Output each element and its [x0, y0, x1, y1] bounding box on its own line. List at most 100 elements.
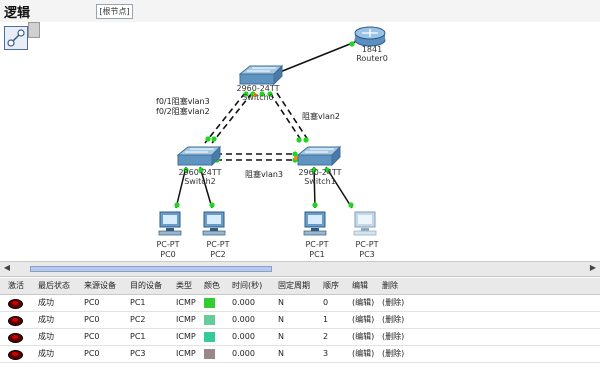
pc1-icon[interactable]: [303, 211, 327, 236]
delete-link[interactable]: (删除): [382, 312, 404, 328]
pc2-model-label: PC-PT: [206, 240, 229, 249]
active-toggle-icon[interactable]: [8, 299, 23, 309]
row-type: ICMP: [176, 315, 196, 324]
row-destination: PC1: [130, 298, 146, 307]
pc3-model-label: PC-PT: [355, 240, 378, 249]
pc0-model-label: PC-PT: [156, 240, 179, 249]
pc2-icon[interactable]: [202, 211, 226, 236]
blocked-port-lights: [253, 93, 298, 160]
row-status: 成功: [38, 315, 54, 324]
row-num: 1: [323, 315, 329, 324]
router-icon[interactable]: [354, 26, 386, 47]
row-source: PC0: [84, 315, 100, 324]
row-type: ICMP: [176, 332, 196, 341]
topology-icon: [7, 29, 25, 47]
header-periodic: 固定周期: [278, 281, 310, 290]
pc0-icon[interactable]: [158, 211, 182, 236]
switch2-icon[interactable]: [176, 145, 222, 167]
workspace-title: 逻辑: [4, 6, 31, 21]
root-node-path[interactable]: [根节点]: [96, 4, 133, 19]
window-handle-icon[interactable]: [28, 22, 40, 38]
table-header-row: 激活 最后状态 来源设备 目的设备 类型 颜色 时间(秒) 固定周期 顺序 编辑…: [0, 278, 600, 295]
router-name-label: Router0: [356, 54, 388, 63]
row-destination: PC1: [130, 332, 146, 341]
annotation-left-trunk-2: f0/2阻塞vlan2: [156, 106, 210, 116]
active-toggle-icon[interactable]: [8, 316, 23, 326]
row-source: PC0: [84, 332, 100, 341]
link-router-switch0: [269, 41, 356, 77]
header-destination: 目的设备: [130, 281, 162, 290]
pc2-name-label: PC2: [210, 250, 226, 259]
row-type: ICMP: [176, 298, 196, 307]
row-num: 0: [323, 298, 329, 307]
row-periodic: N: [278, 298, 284, 307]
row-color-swatch: [204, 349, 215, 359]
logical-workspace[interactable]: 1841 Router0 2960-24TT Switch0 2960-24TT…: [0, 22, 600, 260]
row-destination: PC3: [130, 349, 146, 358]
table-row[interactable]: 成功 PC0 PC3 ICMP 0.000 N 3 (编辑) (删除): [0, 346, 600, 363]
annotation-right-trunk: 阻塞vlan2: [302, 111, 340, 121]
row-color-swatch: [204, 332, 215, 342]
link-switch0-switch1-a: [269, 92, 304, 144]
scroll-right-icon[interactable]: ▶: [588, 264, 598, 272]
scroll-left-icon[interactable]: ◀: [2, 264, 12, 272]
header-type: 类型: [176, 281, 192, 290]
header-time: 时间(秒): [232, 281, 263, 290]
pc3-icon[interactable]: [353, 211, 377, 236]
row-time: 0.000: [232, 315, 255, 324]
pc1-model-label: PC-PT: [305, 240, 328, 249]
switch2-name-label: Switch2: [184, 177, 216, 186]
row-status: 成功: [38, 349, 54, 358]
pc0-name-label: PC0: [160, 250, 176, 259]
switch0-model-label: 2960-24TT: [236, 84, 279, 93]
row-num: 2: [323, 332, 329, 341]
row-periodic: N: [278, 315, 284, 324]
row-periodic: N: [278, 349, 284, 358]
pdu-list-table: 激活 最后状态 来源设备 目的设备 类型 颜色 时间(秒) 固定周期 顺序 编辑…: [0, 278, 600, 378]
table-row[interactable]: 成功 PC0 PC2 ICMP 0.000 N 1 (编辑) (删除): [0, 312, 600, 329]
table-row[interactable]: 成功 PC0 PC1 ICMP 0.000 N 0 (编辑) (删除): [0, 295, 600, 312]
header-edit: 编辑: [352, 281, 368, 290]
delete-link[interactable]: (删除): [382, 346, 404, 362]
topology-diagram: 1841 Router0 2960-24TT Switch0 2960-24TT…: [156, 26, 388, 259]
scrollbar-thumb[interactable]: [30, 266, 272, 272]
active-toggle-icon[interactable]: [8, 350, 23, 360]
header-last-status: 最后状态: [38, 281, 70, 290]
switch1-icon[interactable]: [296, 145, 342, 167]
logical-workspace-icon[interactable]: [4, 26, 28, 50]
switch2-model-label: 2960-24TT: [178, 168, 221, 177]
row-periodic: N: [278, 332, 284, 341]
header-delete: 删除: [382, 281, 398, 290]
annotation-bottom-trunk: 阻塞vlan3: [245, 169, 283, 179]
header-source: 来源设备: [84, 281, 116, 290]
row-destination: PC2: [130, 315, 146, 324]
header-color: 颜色: [204, 281, 220, 290]
edit-link[interactable]: (编辑): [352, 295, 374, 311]
workspace-toolbar: 逻辑 [根节点]: [0, 0, 600, 23]
table-row[interactable]: 成功 PC0 PC1 ICMP 0.000 N 2 (编辑) (删除): [0, 329, 600, 346]
switch0-name-label: Switch0: [242, 93, 274, 102]
switch0-icon[interactable]: [238, 64, 284, 86]
pc3-name-label: PC3: [359, 250, 375, 259]
edit-link[interactable]: (编辑): [352, 346, 374, 362]
link-switch0-switch2-a: [204, 92, 246, 144]
row-color-swatch: [204, 298, 215, 308]
row-status: 成功: [38, 298, 54, 307]
switch1-name-label: Switch1: [304, 177, 336, 186]
row-time: 0.000: [232, 349, 255, 358]
row-type: ICMP: [176, 349, 196, 358]
active-toggle-icon[interactable]: [8, 333, 23, 343]
edit-link[interactable]: (编辑): [352, 312, 374, 328]
row-time: 0.000: [232, 332, 255, 341]
row-source: PC0: [84, 349, 100, 358]
annotation-left-trunk-1: f0/1阻塞vlan3: [156, 96, 210, 106]
row-color-swatch: [204, 315, 215, 325]
delete-link[interactable]: (删除): [382, 295, 404, 311]
edit-link[interactable]: (编辑): [352, 329, 374, 345]
pc1-name-label: PC1: [309, 250, 325, 259]
delete-link[interactable]: (删除): [382, 329, 404, 345]
row-source: PC0: [84, 298, 100, 307]
row-num: 3: [323, 349, 329, 358]
router-model-label: 1841: [362, 45, 382, 54]
row-status: 成功: [38, 332, 54, 341]
